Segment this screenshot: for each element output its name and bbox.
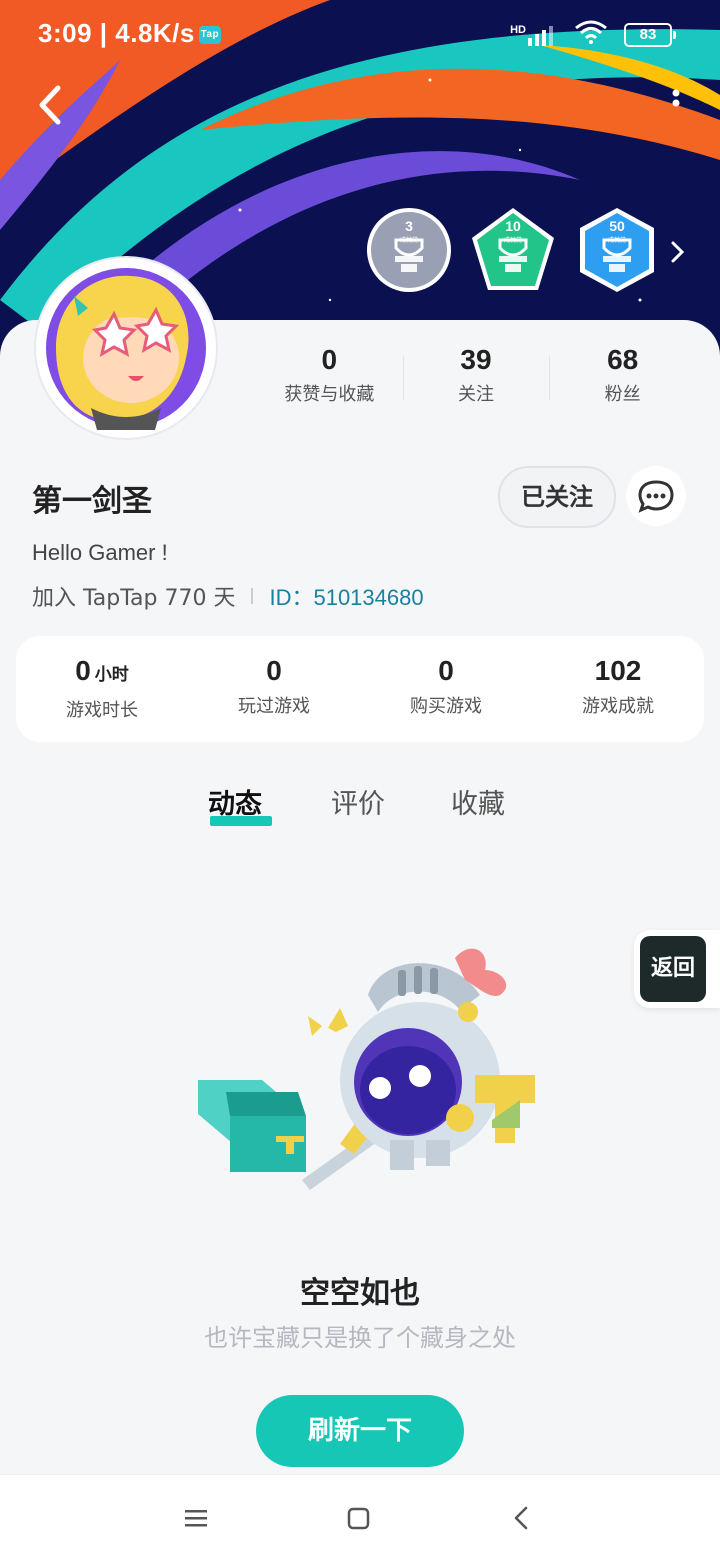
hd-label: HD [510, 23, 526, 36]
stat-label: 购买游戏 [410, 696, 482, 717]
stat-label: 游戏成就 [582, 696, 654, 717]
profile-stats: 0 获赞与收藏 39 关注 68 粉丝 [256, 340, 696, 406]
empty-state-subtitle: 也许宝藏只是换了个藏身之处 [204, 1324, 516, 1352]
stat-purchased-games[interactable]: 0 购买游戏 [360, 636, 532, 742]
stat-value: 0 小时 [16, 654, 188, 692]
floating-return-button[interactable]: 返回 [634, 930, 720, 1008]
content-tabs: 动态 评价 收藏 [0, 782, 720, 832]
tap-mini-icon: Tap [198, 26, 221, 45]
badge-count: 3 [405, 218, 413, 234]
tab-favorites[interactable]: 收藏 [451, 782, 505, 821]
system-navigation-bar [0, 1474, 720, 1561]
avatar[interactable] [36, 258, 216, 438]
badge-label: 成就党 [607, 237, 626, 244]
stat-number: 0 [75, 655, 91, 686]
stat-label: 获赞与收藏 [284, 384, 375, 405]
stat-value: 0 [438, 655, 454, 686]
badge-count: 10 [505, 218, 521, 234]
stat-label: 粉丝 [604, 384, 641, 405]
badge-count: 50 [609, 218, 625, 234]
stat-played-games[interactable]: 0 玩过游戏 [188, 636, 360, 742]
status-time-speed: 3:09 | 4.8K/s Tap [38, 18, 221, 49]
following-button[interactable]: 已关注 [498, 466, 616, 528]
home-square-icon[interactable] [345, 1505, 373, 1531]
back-arrow-icon[interactable] [30, 80, 80, 130]
stat-achievements[interactable]: 102 游戏成就 [532, 636, 704, 742]
status-time-text: 3:09 | 4.8K/s [38, 18, 195, 48]
stat-following[interactable]: 39 关注 [402, 340, 550, 406]
stat-label: 关注 [458, 384, 494, 405]
stat-likes[interactable]: 0 获赞与收藏 [256, 340, 403, 406]
battery-icon: 83 [624, 22, 676, 47]
stat-value: 0 [321, 344, 338, 375]
stat-followers[interactable]: 68 粉丝 [549, 340, 696, 406]
join-duration: 加入 TapTap 770 天 [32, 586, 236, 611]
badge-label: 成就党 [399, 237, 418, 244]
stat-play-time[interactable]: 0 小时 游戏时长 [16, 636, 188, 742]
stat-value: 102 [594, 655, 642, 686]
more-options-icon[interactable] [668, 88, 684, 118]
status-bar: 3:09 | 4.8K/s Tap HD 83 [0, 0, 720, 70]
refresh-button[interactable]: 刷新一下 [256, 1395, 464, 1467]
chat-bubble-icon [638, 480, 674, 513]
stat-label: 玩过游戏 [238, 696, 310, 717]
tab-reviews[interactable]: 评价 [331, 782, 385, 821]
back-triangle-icon[interactable] [508, 1505, 536, 1531]
signal-icon: HD [510, 24, 558, 46]
badge-label: 成就党 [503, 237, 522, 244]
username: 第一剑圣 [32, 484, 152, 519]
stat-value: 39 [460, 344, 492, 375]
wifi-icon [574, 20, 608, 49]
tab-activity[interactable]: 动态 [208, 782, 262, 821]
empty-state-knight-illustration [198, 948, 535, 1190]
achievement-badge-blue[interactable]: 50 成就党 [574, 206, 660, 294]
return-label: 返回 [640, 936, 706, 1002]
user-id[interactable]: ID：510134680 [269, 580, 423, 612]
game-stats-card: 0 小时 游戏时长 0 玩过游戏 0 购买游戏 102 游戏成就 [16, 636, 704, 742]
user-bio: Hello Gamer ! [32, 540, 168, 565]
stat-unit: 小时 [94, 665, 129, 684]
avatar-image [40, 262, 212, 434]
achievement-badge-green[interactable]: 10 成就党 [470, 206, 556, 294]
join-info: 加入 TapTap 770 天 ID：510134680 [32, 580, 424, 612]
achievement-badges[interactable]: 3 成就党 10 成就党 50 成就党 [366, 206, 660, 294]
menu-icon[interactable] [182, 1505, 210, 1531]
status-indicators: HD 83 [510, 20, 676, 49]
stat-label: 游戏时长 [66, 700, 138, 721]
chevron-right-icon[interactable] [668, 240, 688, 264]
stat-value: 68 [607, 344, 639, 375]
chat-button[interactable] [626, 466, 686, 526]
divider [251, 588, 254, 604]
empty-state-title: 空空如也 [300, 1276, 420, 1311]
achievement-badge-bronze[interactable]: 3 成就党 [366, 206, 452, 294]
stat-value: 0 [266, 655, 282, 686]
